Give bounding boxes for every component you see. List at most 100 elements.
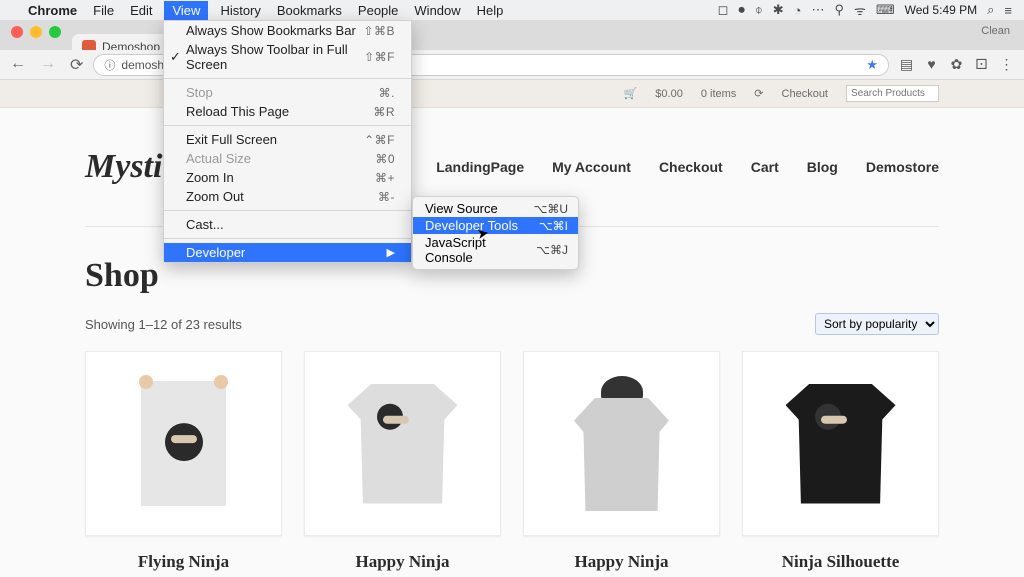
cart-icon[interactable]: 🛒 [624, 87, 638, 100]
menubar-right: ◻ ⏺ ⌽ ✱ ◔ ⋯ ⚲ ᯤ ⌨︎ Wed 5:49 PM ⌕ ≡ [718, 1, 1024, 19]
reload-button[interactable]: ⟳ [70, 55, 83, 75]
extension-icon[interactable]: ✿ [949, 56, 964, 73]
product-name: Happy Ninja [304, 552, 501, 572]
nav-blog[interactable]: Blog [807, 159, 838, 175]
menu-separator [164, 210, 411, 211]
menu-item-label: Actual Size [186, 151, 251, 166]
menu-item-label: Exit Full Screen [186, 132, 277, 147]
app-name[interactable]: Chrome [28, 3, 77, 18]
product-thumb [523, 351, 720, 536]
menu-item-cast[interactable]: Cast... [164, 215, 411, 234]
menu-item-label: Cast... [186, 217, 224, 232]
submenu-item-label: Developer Tools [425, 218, 518, 233]
extension-icon[interactable]: ♥ [924, 56, 939, 73]
spotlight-icon[interactable]: ⌕ [987, 2, 994, 18]
menu-view[interactable]: View [164, 1, 208, 20]
ninja-icon [815, 403, 841, 429]
chevron-right-icon: ▶ [387, 246, 395, 259]
menu-window[interactable]: Window [414, 3, 460, 18]
product-name: Ninja Silhouette [742, 552, 939, 572]
menu-item-zoom-in[interactable]: Zoom In ⌘+ [164, 168, 411, 187]
cursor-icon: ➤ [476, 224, 491, 243]
clean-label: Clean [981, 25, 1010, 37]
product-grid: Flying Ninja Happy Ninja Happy Ninja [0, 351, 1024, 572]
menu-item-label: Zoom In [186, 170, 234, 185]
menu-item-reload[interactable]: Reload This Page ⌘R [164, 102, 411, 121]
cart-amount: $0.00 [655, 88, 683, 100]
utility-bar: 🛒 $0.00 0 items ⟳ Checkout [0, 80, 1024, 108]
status-icon[interactable]: ⚲ [834, 2, 844, 18]
site-info-icon[interactable]: ⓘ [104, 57, 115, 73]
extensions: ▤ ♥ ✿ ⚀ ⋮ [899, 56, 1014, 73]
status-icon[interactable]: ◻ [718, 2, 729, 18]
checkout-icon: ⟳ [754, 87, 763, 100]
notifications-icon[interactable]: ≡ [1004, 3, 1012, 18]
submenu-item-view-source[interactable]: View Source ⌥⌘U [413, 200, 578, 217]
product-card[interactable]: Happy Ninja [304, 351, 501, 572]
chrome-menu-icon[interactable]: ⋮ [999, 56, 1014, 73]
menu-item-developer[interactable]: Developer ▶ [164, 243, 411, 262]
menu-item-bookmarks-bar[interactable]: Always Show Bookmarks Bar ⇧⌘B [164, 21, 411, 40]
nav-landingpage[interactable]: LandingPage [436, 159, 524, 175]
menu-file[interactable]: File [93, 3, 114, 18]
menu-item-stop: Stop ⌘. [164, 83, 411, 102]
wifi-icon[interactable]: ᯤ [854, 1, 866, 19]
menu-item-exit-fullscreen[interactable]: Exit Full Screen ⌃⌘F [164, 130, 411, 149]
page-content: 🛒 $0.00 0 items ⟳ Checkout Mystile Conta… [0, 80, 1024, 577]
nav-buttons: ← → ⟳ [10, 55, 83, 75]
product-card[interactable]: Happy Ninja [523, 351, 720, 572]
extension-icon[interactable]: ⚀ [974, 56, 989, 73]
back-button[interactable]: ← [10, 55, 26, 75]
product-name: Happy Ninja [523, 552, 720, 572]
status-icon[interactable]: ⌽ [755, 2, 763, 18]
result-meta: Showing 1–12 of 23 results Sort by popul… [0, 305, 1024, 351]
product-card[interactable]: Ninja Silhouette [742, 351, 939, 572]
minimize-window-button[interactable] [30, 26, 42, 38]
tshirt-graphic [348, 384, 458, 504]
menu-people[interactable]: People [358, 3, 398, 18]
menu-edit[interactable]: Edit [130, 3, 152, 18]
result-count: Showing 1–12 of 23 results [85, 317, 242, 332]
menu-help[interactable]: Help [477, 3, 504, 18]
menu-bookmarks[interactable]: Bookmarks [277, 3, 342, 18]
hoodie-graphic [574, 376, 669, 511]
product-card[interactable]: Flying Ninja [85, 351, 282, 572]
nav-myaccount[interactable]: My Account [552, 159, 631, 175]
submenu-item-devtools[interactable]: Developer Tools ⌥⌘I [413, 217, 578, 234]
menu-item-label: Reload This Page [186, 104, 289, 119]
shortcut: ⇧⌘B [363, 24, 395, 38]
menu-history[interactable]: History [220, 3, 260, 18]
status-icon[interactable]: ⏺ [738, 2, 745, 18]
bookmark-star-icon[interactable]: ★ [866, 57, 878, 73]
chrome-toolbar: ← → ⟳ ⓘ demoshop.co ★ ▤ ♥ ✿ ⚀ ⋮ [0, 50, 1024, 80]
status-icon[interactable]: ✱ [773, 2, 784, 18]
search-products-input[interactable] [846, 85, 939, 102]
submenu-item-label: View Source [425, 201, 498, 216]
window-controls[interactable] [11, 26, 61, 38]
shortcut: ⌥⌘I [539, 219, 568, 233]
product-thumb [85, 351, 282, 536]
product-name: Flying Ninja [85, 552, 282, 572]
menu-item-label: Always Show Bookmarks Bar [186, 23, 356, 38]
shortcut: ⌘. [379, 86, 395, 100]
status-icon[interactable]: ⋯ [811, 2, 824, 18]
maximize-window-button[interactable] [49, 26, 61, 38]
forward-button[interactable]: → [40, 55, 56, 75]
menu-item-toolbar-fullscreen[interactable]: ✓ Always Show Toolbar in Full Screen ⇧⌘F [164, 40, 411, 74]
status-icon[interactable]: ◔ [794, 3, 802, 18]
product-thumb [742, 351, 939, 536]
submenu-item-js-console[interactable]: JavaScript Console ⌥⌘J [413, 234, 578, 266]
extension-icon[interactable]: ▤ [899, 56, 914, 73]
nav-checkout[interactable]: Checkout [659, 159, 723, 175]
sort-select[interactable]: Sort by popularity [815, 313, 939, 335]
menubar-clock[interactable]: Wed 5:49 PM [905, 3, 977, 17]
cart-items[interactable]: 0 items [701, 88, 736, 100]
menu-item-zoom-out[interactable]: Zoom Out ⌘- [164, 187, 411, 206]
close-window-button[interactable] [11, 26, 23, 38]
checkout-link[interactable]: Checkout [782, 88, 828, 100]
shortcut: ⌥⌘J [536, 243, 568, 257]
nav-cart[interactable]: Cart [751, 159, 779, 175]
shortcut: ⌘R [373, 105, 395, 119]
battery-icon[interactable]: ⌨︎ [876, 2, 895, 18]
nav-demostore[interactable]: Demostore [866, 159, 939, 175]
